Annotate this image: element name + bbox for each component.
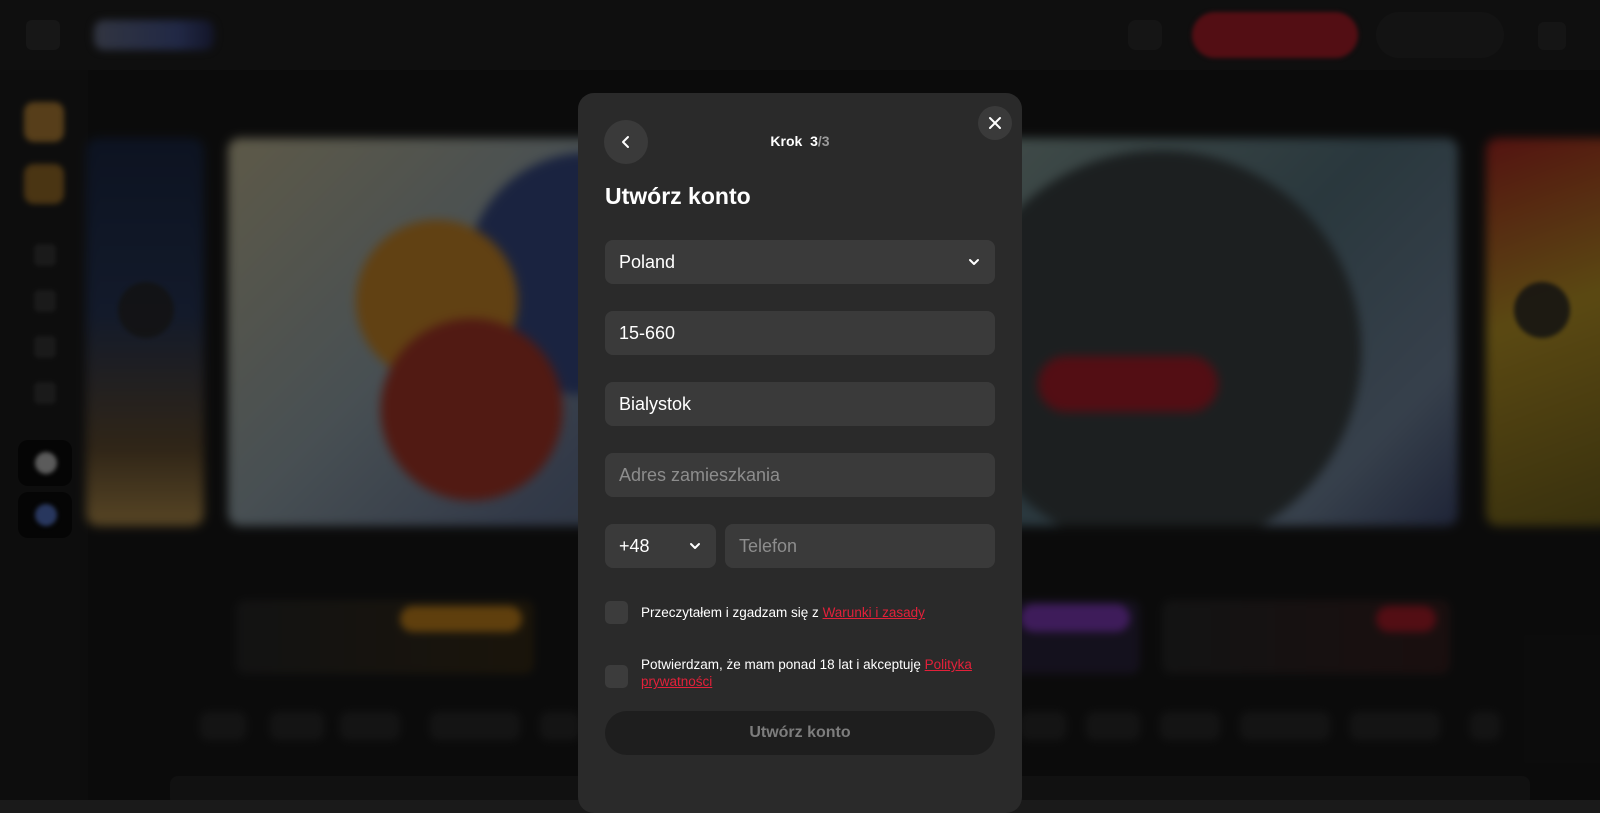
phone-field[interactable] — [725, 524, 995, 568]
chevron-down-icon — [969, 259, 979, 265]
privacy-text: Potwierdzam, że mam ponad 18 lat i akcep… — [641, 656, 995, 690]
terms-checkbox[interactable] — [605, 601, 628, 624]
close-button[interactable] — [978, 106, 1012, 140]
terms-row: Przeczytałem i zgadzam się z Warunki i z… — [605, 601, 995, 624]
terms-label: Przeczytałem i zgadzam się z — [641, 605, 823, 620]
terms-link[interactable]: Warunki i zasady — [823, 605, 925, 620]
city-field[interactable] — [605, 382, 995, 426]
privacy-row: Potwierdzam, że mam ponad 18 lat i akcep… — [605, 656, 995, 690]
country-value: Poland — [619, 251, 676, 272]
phone-code-select[interactable]: +48 — [605, 524, 716, 568]
modal-title: Utwórz konto — [605, 183, 751, 209]
address-field[interactable] — [605, 453, 995, 497]
step-current: 3 — [810, 133, 818, 149]
create-account-button[interactable]: Utwórz konto — [605, 711, 995, 755]
registration-modal: Krok 3/3 Utwórz konto Poland +48 Przeczy… — [578, 93, 1022, 813]
country-select[interactable]: Poland — [605, 240, 995, 284]
phone-input[interactable] — [739, 535, 981, 557]
postal-code-input[interactable] — [619, 322, 981, 344]
address-input[interactable] — [619, 464, 981, 486]
chevron-down-icon — [690, 543, 700, 549]
step-indicator: Krok 3/3 — [578, 133, 1022, 149]
privacy-label: Potwierdzam, że mam ponad 18 lat i akcep… — [641, 657, 925, 672]
postal-code-field[interactable] — [605, 311, 995, 355]
step-label: Krok — [770, 133, 803, 149]
phone-code-value: +48 — [619, 535, 650, 556]
step-total: /3 — [817, 133, 830, 149]
city-input[interactable] — [619, 393, 981, 415]
terms-text: Przeczytałem i zgadzam się z Warunki i z… — [641, 604, 925, 621]
privacy-checkbox[interactable] — [605, 665, 628, 688]
close-icon — [989, 117, 1001, 129]
